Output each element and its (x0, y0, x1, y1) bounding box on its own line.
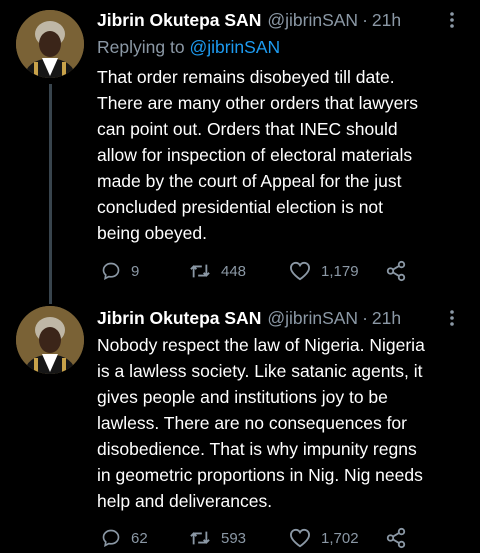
author-name[interactable]: Jibrin Okutepa SAN (97, 10, 261, 31)
separator-dot: · (362, 9, 368, 30)
retweet-icon (189, 528, 211, 548)
author-name[interactable]: Jibrin Okutepa SAN (97, 308, 261, 329)
reply-count: 9 (131, 262, 140, 280)
retweet-button[interactable]: 448 (189, 257, 246, 285)
reply-icon (101, 261, 121, 281)
tweet-actions: 62 593 1,702 (97, 524, 417, 552)
reply-button[interactable]: 9 (101, 257, 139, 285)
replying-to: Replying to @jibrinSAN (97, 34, 462, 60)
tweet-actions: 9 448 1,179 (97, 257, 417, 285)
like-count: 1,702 (321, 529, 359, 547)
like-count: 1,179 (321, 262, 359, 280)
timestamp[interactable]: 21h (372, 308, 401, 329)
like-button[interactable]: 1,179 (289, 257, 359, 285)
avatar[interactable] (16, 10, 84, 78)
retweet-count: 593 (221, 529, 247, 547)
tweet-text: Nobody respect the law of Nigeria. Niger… (97, 335, 425, 511)
reply-count: 62 (131, 529, 148, 547)
share-icon (385, 260, 407, 282)
more-vertical-icon[interactable] (442, 308, 462, 328)
tweet-header: Jibrin Okutepa SAN @jibrinSAN · 21h (97, 306, 462, 330)
share-button[interactable] (385, 524, 407, 552)
retweet-icon (189, 261, 211, 281)
thread-connector-line (49, 84, 52, 304)
tweet-content: Jibrin Okutepa SAN @jibrinSAN · 21h Repl… (97, 8, 462, 246)
reply-icon (101, 528, 121, 548)
tweet-content: Jibrin Okutepa SAN @jibrinSAN · 21h Nobo… (97, 306, 462, 514)
share-button[interactable] (385, 257, 407, 285)
heart-icon (289, 261, 311, 281)
reply-button[interactable]: 62 (101, 524, 148, 552)
tweet-thread: Jibrin Okutepa SAN @jibrinSAN · 21h Repl… (0, 0, 480, 553)
retweet-count: 448 (221, 262, 247, 280)
more-vertical-icon[interactable] (442, 10, 462, 30)
author-handle[interactable]: @jibrinSAN (267, 308, 358, 329)
tweet-header: Jibrin Okutepa SAN @jibrinSAN · 21h (97, 8, 462, 32)
replying-to-prefix: Replying to (97, 37, 185, 57)
avatar[interactable] (16, 306, 84, 374)
retweet-button[interactable]: 593 (189, 524, 246, 552)
author-handle[interactable]: @jibrinSAN (267, 10, 358, 31)
separator-dot: · (362, 307, 368, 328)
share-icon (385, 527, 407, 549)
tweet-text: That order remains disobeyed till date. … (97, 67, 418, 243)
heart-icon (289, 528, 311, 548)
timestamp[interactable]: 21h (372, 10, 401, 31)
like-button[interactable]: 1,702 (289, 524, 359, 552)
replying-to-handle[interactable]: @jibrinSAN (189, 37, 280, 57)
